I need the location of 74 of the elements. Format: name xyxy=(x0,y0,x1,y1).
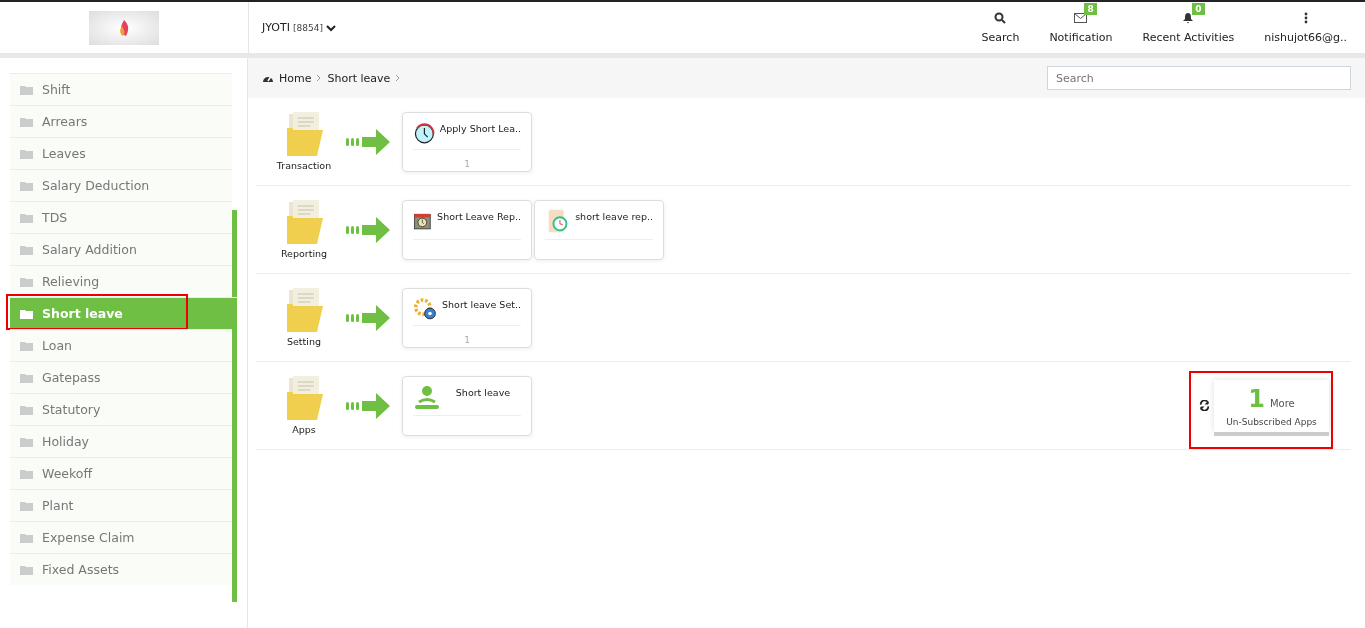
folder-icon xyxy=(20,564,33,575)
breadcrumb-link[interactable]: Short leave xyxy=(327,71,391,85)
folder-icon xyxy=(20,372,33,383)
folder-icon xyxy=(20,532,33,543)
breadcrumb-link[interactable]: Home xyxy=(279,71,312,85)
sidebar-item[interactable]: Salary Addition xyxy=(10,233,232,265)
header-action[interactable]: Search xyxy=(981,2,1020,44)
app-title: Short leave xyxy=(454,385,512,400)
folder-icon xyxy=(20,180,33,191)
sidebar-item[interactable]: Weekoff xyxy=(10,457,232,489)
arrow-icon xyxy=(344,392,392,419)
folder-icon xyxy=(285,200,323,244)
user-dropdown[interactable]: JYOTI [8854] xyxy=(262,21,336,34)
folder-icon xyxy=(20,340,33,351)
sidebar-item[interactable]: Loan xyxy=(10,329,232,361)
refresh-icon[interactable] xyxy=(1199,400,1210,411)
section-label: Apps xyxy=(292,424,316,435)
section-label: Reporting xyxy=(280,248,328,259)
section-label: Transaction xyxy=(276,160,332,171)
app-card[interactable]: Apply Short Lea.. 1 xyxy=(402,111,532,172)
app-title: Short leave Set.. xyxy=(442,297,521,312)
chevron-down-icon xyxy=(325,23,336,32)
folder-icon xyxy=(20,148,33,159)
folder-icon xyxy=(20,404,33,415)
folder-icon xyxy=(20,436,33,447)
more-icon xyxy=(1303,12,1308,24)
search-icon xyxy=(994,12,1007,24)
app-title: Apply Short Lea.. xyxy=(439,121,521,136)
app-title: Short Leave Rep.. xyxy=(437,209,521,224)
sidebar-item[interactable]: Leaves xyxy=(10,137,232,169)
envelope-icon xyxy=(1074,13,1088,23)
sidebar-item[interactable]: Shift xyxy=(10,73,232,105)
folder-icon xyxy=(20,84,33,95)
arrow-icon xyxy=(344,128,392,155)
bell-icon xyxy=(1182,12,1195,24)
app-card[interactable]: Short leave Set.. 1 xyxy=(402,287,532,348)
section-label: Setting xyxy=(287,336,321,347)
app-title: short leave rep.. xyxy=(575,209,653,224)
arrow-icon xyxy=(344,304,392,331)
count-badge: 0 xyxy=(1192,2,1205,15)
folder-icon xyxy=(20,212,33,223)
folder-icon xyxy=(20,500,33,511)
sidebar-item[interactable]: Gatepass xyxy=(10,361,232,393)
folder-icon xyxy=(285,112,323,156)
folder-icon xyxy=(20,116,33,127)
app-card[interactable]: Short leave xyxy=(402,375,532,436)
sidebar-item[interactable]: Fixed Assets xyxy=(10,553,232,585)
app-card[interactable]: Short Leave Rep.. xyxy=(402,199,532,260)
folder-icon xyxy=(285,288,323,332)
sidebar-item[interactable]: TDS xyxy=(10,201,232,233)
sidebar-item[interactable]: Statutory xyxy=(10,393,232,425)
folder-icon xyxy=(20,276,33,287)
sidebar-item[interactable]: Relieving xyxy=(10,265,232,297)
arrow-icon xyxy=(344,216,392,243)
header-action[interactable]: 8 Notification xyxy=(1049,2,1113,44)
sidebar-item[interactable]: Holiday xyxy=(10,425,232,457)
app-count: 1 xyxy=(464,158,470,169)
app-card[interactable]: short leave rep.. xyxy=(534,199,664,260)
folder-icon xyxy=(20,468,33,479)
folder-icon xyxy=(285,376,323,420)
count-badge: 8 xyxy=(1084,2,1097,15)
sidebar-item[interactable]: Plant xyxy=(10,489,232,521)
company-logo xyxy=(89,10,159,45)
search-field[interactable]: Search xyxy=(1047,66,1351,90)
chevron-right-icon xyxy=(316,74,323,82)
folder-icon xyxy=(20,244,33,255)
sidebar-item[interactable]: Expense Claim xyxy=(10,521,232,553)
chevron-right-icon xyxy=(395,74,402,82)
sidebar-item[interactable]: Salary Deduction xyxy=(10,169,232,201)
app-count: 1 xyxy=(464,334,470,345)
folder-icon xyxy=(20,308,33,319)
header-action[interactable]: 0 Recent Activities xyxy=(1142,2,1235,44)
header-action[interactable]: nishujot66@g.. xyxy=(1264,2,1347,44)
sidebar-item[interactable]: Arrears xyxy=(10,105,232,137)
